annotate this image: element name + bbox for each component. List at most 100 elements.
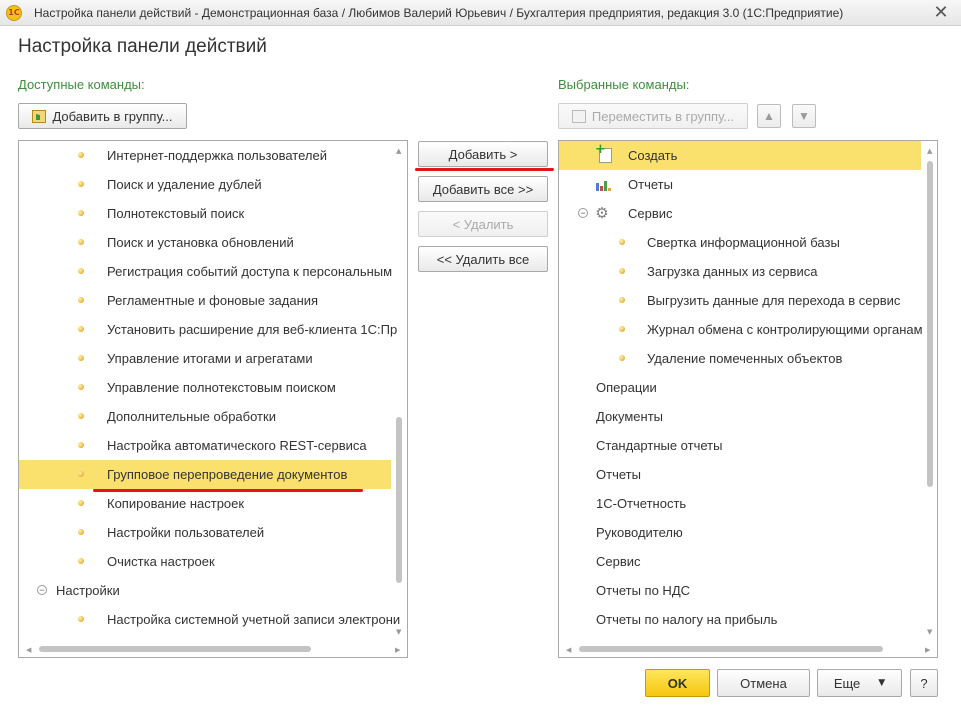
ok-button[interactable]: OK bbox=[645, 669, 710, 697]
collapse-icon[interactable]: − bbox=[37, 585, 47, 595]
selected-row-label: Журнал обмена с контролирующими органам bbox=[647, 322, 923, 337]
left-horizontal-scrollbar[interactable] bbox=[39, 646, 311, 652]
bullet-icon bbox=[78, 616, 84, 622]
available-tree-row[interactable]: Очистка настроек bbox=[19, 547, 391, 576]
add-to-group-button[interactable]: Добавить в группу... bbox=[18, 103, 187, 129]
available-row-label: Настройки пользователей bbox=[107, 525, 265, 540]
available-row-label: Регистрация событий доступа к персональн… bbox=[107, 264, 393, 279]
bullet-icon bbox=[78, 210, 84, 216]
selected-tree-row[interactable]: 1С-Отчетность bbox=[559, 489, 921, 518]
available-tree-row[interactable]: Полнотекстовый поиск bbox=[19, 199, 391, 228]
selected-tree-row[interactable]: Журнал обмена с контролирующими органам bbox=[559, 315, 923, 344]
available-tree-row[interactable]: Копирование настроек bbox=[19, 489, 391, 518]
available-tree-row[interactable]: Настройка системной учетной записи элект… bbox=[19, 605, 400, 634]
selected-tree-row[interactable]: Операции bbox=[559, 373, 921, 402]
help-button[interactable]: ? bbox=[910, 669, 938, 697]
right-vertical-scrollbar[interactable] bbox=[927, 161, 933, 487]
bullet-icon bbox=[78, 442, 84, 448]
right-scroll-left-icon[interactable]: ◀ bbox=[566, 646, 571, 654]
available-commands-tree[interactable]: Настройка системной учетной записи элект… bbox=[18, 140, 408, 658]
left-scroll-up-icon[interactable]: ▲ bbox=[396, 147, 401, 155]
remove-button[interactable]: < Удалить bbox=[418, 211, 548, 237]
add-to-group-icon bbox=[32, 109, 47, 123]
available-tree-row[interactable]: Настройка автоматического REST-сервиса bbox=[19, 431, 391, 460]
selected-row-label: 1С-Отчетность bbox=[596, 496, 687, 511]
chevron-down-icon: ▼ bbox=[878, 678, 886, 688]
selected-tree-row[interactable]: Отчеты по НДС bbox=[559, 576, 921, 605]
selected-tree-row[interactable]: Стандартные отчеты bbox=[559, 431, 921, 460]
right-scroll-up-icon[interactable]: ▲ bbox=[927, 147, 932, 155]
bullet-icon bbox=[619, 326, 625, 332]
selected-row-label: Отчеты по НДС bbox=[596, 583, 691, 598]
available-row-label: Групповое перепроведение документов bbox=[107, 467, 348, 482]
available-tree-row[interactable]: Управление итогами и агрегатами bbox=[19, 344, 391, 373]
available-tree-row[interactable]: Дополнительные обработки bbox=[19, 402, 391, 431]
left-scroll-right-icon[interactable]: ▶ bbox=[395, 646, 400, 654]
selected-row-label: Документы bbox=[596, 409, 664, 424]
bullet-icon bbox=[78, 268, 84, 274]
available-tree-row[interactable]: Управление полнотекстовым поиском bbox=[19, 373, 391, 402]
selected-tree-row[interactable]: Документы bbox=[559, 402, 921, 431]
create-document-icon bbox=[595, 142, 612, 163]
bullet-icon bbox=[78, 355, 84, 361]
available-row-label: Настройка автоматического REST-сервиса bbox=[107, 438, 367, 453]
available-tree-row[interactable]: Регистрация событий доступа к персональн… bbox=[19, 257, 393, 286]
add-all-button[interactable]: Добавить все >> bbox=[418, 176, 548, 202]
bullet-icon bbox=[78, 384, 84, 390]
available-tree-row[interactable]: Настройки пользователей bbox=[19, 518, 391, 547]
selected-row-label: Отчеты bbox=[628, 177, 673, 192]
bullet-icon bbox=[619, 355, 625, 361]
selected-row-label: Стандартные отчеты bbox=[596, 438, 723, 453]
selected-tree-row[interactable]: − ⚙ Сервис bbox=[559, 199, 921, 228]
more-button[interactable]: Еще ▼ bbox=[817, 669, 902, 697]
selected-tree-row[interactable]: Создать bbox=[559, 141, 921, 170]
move-up-button[interactable]: ▲ bbox=[757, 104, 781, 128]
selected-row-label: Руководителю bbox=[596, 525, 683, 540]
selected-tree-row[interactable]: Удаление помеченных объектов bbox=[559, 344, 921, 373]
bullet-icon bbox=[619, 268, 625, 274]
selected-tree-row[interactable]: Выгрузить данные для перехода в сервис bbox=[559, 286, 921, 315]
close-icon[interactable]: ✕ bbox=[931, 2, 951, 22]
move-to-group-label: Переместить в группу... bbox=[591, 108, 735, 124]
left-vertical-scrollbar[interactable] bbox=[396, 417, 402, 583]
available-tree-row[interactable]: Групповое перепроведение документов bbox=[19, 460, 391, 489]
left-scroll-left-icon[interactable]: ◀ bbox=[26, 646, 31, 654]
selected-tree-row[interactable]: Отчеты по налогу на прибыль bbox=[559, 605, 921, 634]
selected-tree-row[interactable]: Загрузка данных из сервиса bbox=[559, 257, 921, 286]
selected-tree-row[interactable]: Отчеты bbox=[559, 460, 921, 489]
right-horizontal-scrollbar[interactable] bbox=[579, 646, 883, 652]
available-tree-row[interactable]: Установить расширение для веб-клиента 1С… bbox=[19, 315, 397, 344]
right-scroll-right-icon[interactable]: ▶ bbox=[925, 646, 930, 654]
available-row-label: Очистка настроек bbox=[107, 554, 215, 569]
cancel-button[interactable]: Отмена bbox=[717, 669, 810, 697]
more-label: Еще bbox=[833, 675, 861, 691]
available-row-label: Установить расширение для веб-клиента 1С… bbox=[107, 322, 398, 337]
move-to-group-button[interactable]: Переместить в группу... bbox=[558, 103, 748, 129]
bullet-icon bbox=[619, 297, 625, 303]
bullet-icon bbox=[78, 471, 84, 477]
add-button[interactable]: Добавить > bbox=[418, 141, 548, 167]
available-tree-row[interactable]: − Настройки bbox=[19, 576, 391, 605]
selected-row-label: Отчеты bbox=[596, 467, 641, 482]
available-tree-row[interactable]: Поиск и удаление дублей bbox=[19, 170, 391, 199]
available-tree-row[interactable]: Регламентные и фоновые задания bbox=[19, 286, 391, 315]
left-scroll-down-icon[interactable]: ▼ bbox=[396, 628, 401, 636]
bullet-icon bbox=[78, 181, 84, 187]
arrow-up-icon: ▲ bbox=[763, 109, 775, 123]
collapse-icon[interactable]: − bbox=[578, 208, 588, 218]
selected-tree-row[interactable]: Сервис bbox=[559, 547, 921, 576]
selected-tree-row[interactable]: Свертка информационной базы bbox=[559, 228, 921, 257]
available-tree-row[interactable]: Поиск и установка обновлений bbox=[19, 228, 391, 257]
move-down-button[interactable]: ▼ bbox=[792, 104, 816, 128]
available-row-label: Поиск и установка обновлений bbox=[107, 235, 294, 250]
selected-commands-tree[interactable]: Отчеты по налогу на прибыль Отчеты по НДС… bbox=[558, 140, 938, 658]
available-row-label: Управление итогами и агрегатами bbox=[107, 351, 313, 366]
remove-all-button[interactable]: << Удалить все bbox=[418, 246, 548, 272]
selected-tree-row[interactable]: Руководителю bbox=[559, 518, 921, 547]
available-tree-row[interactable]: Интернет-поддержка пользователей bbox=[19, 141, 391, 170]
right-scroll-down-icon[interactable]: ▼ bbox=[927, 628, 932, 636]
selected-tree-row[interactable]: Отчеты bbox=[559, 170, 921, 199]
add-to-group-label: Добавить в группу... bbox=[52, 108, 173, 124]
selected-row-label: Загрузка данных из сервиса bbox=[647, 264, 818, 279]
selected-row-label: Удаление помеченных объектов bbox=[647, 351, 843, 366]
